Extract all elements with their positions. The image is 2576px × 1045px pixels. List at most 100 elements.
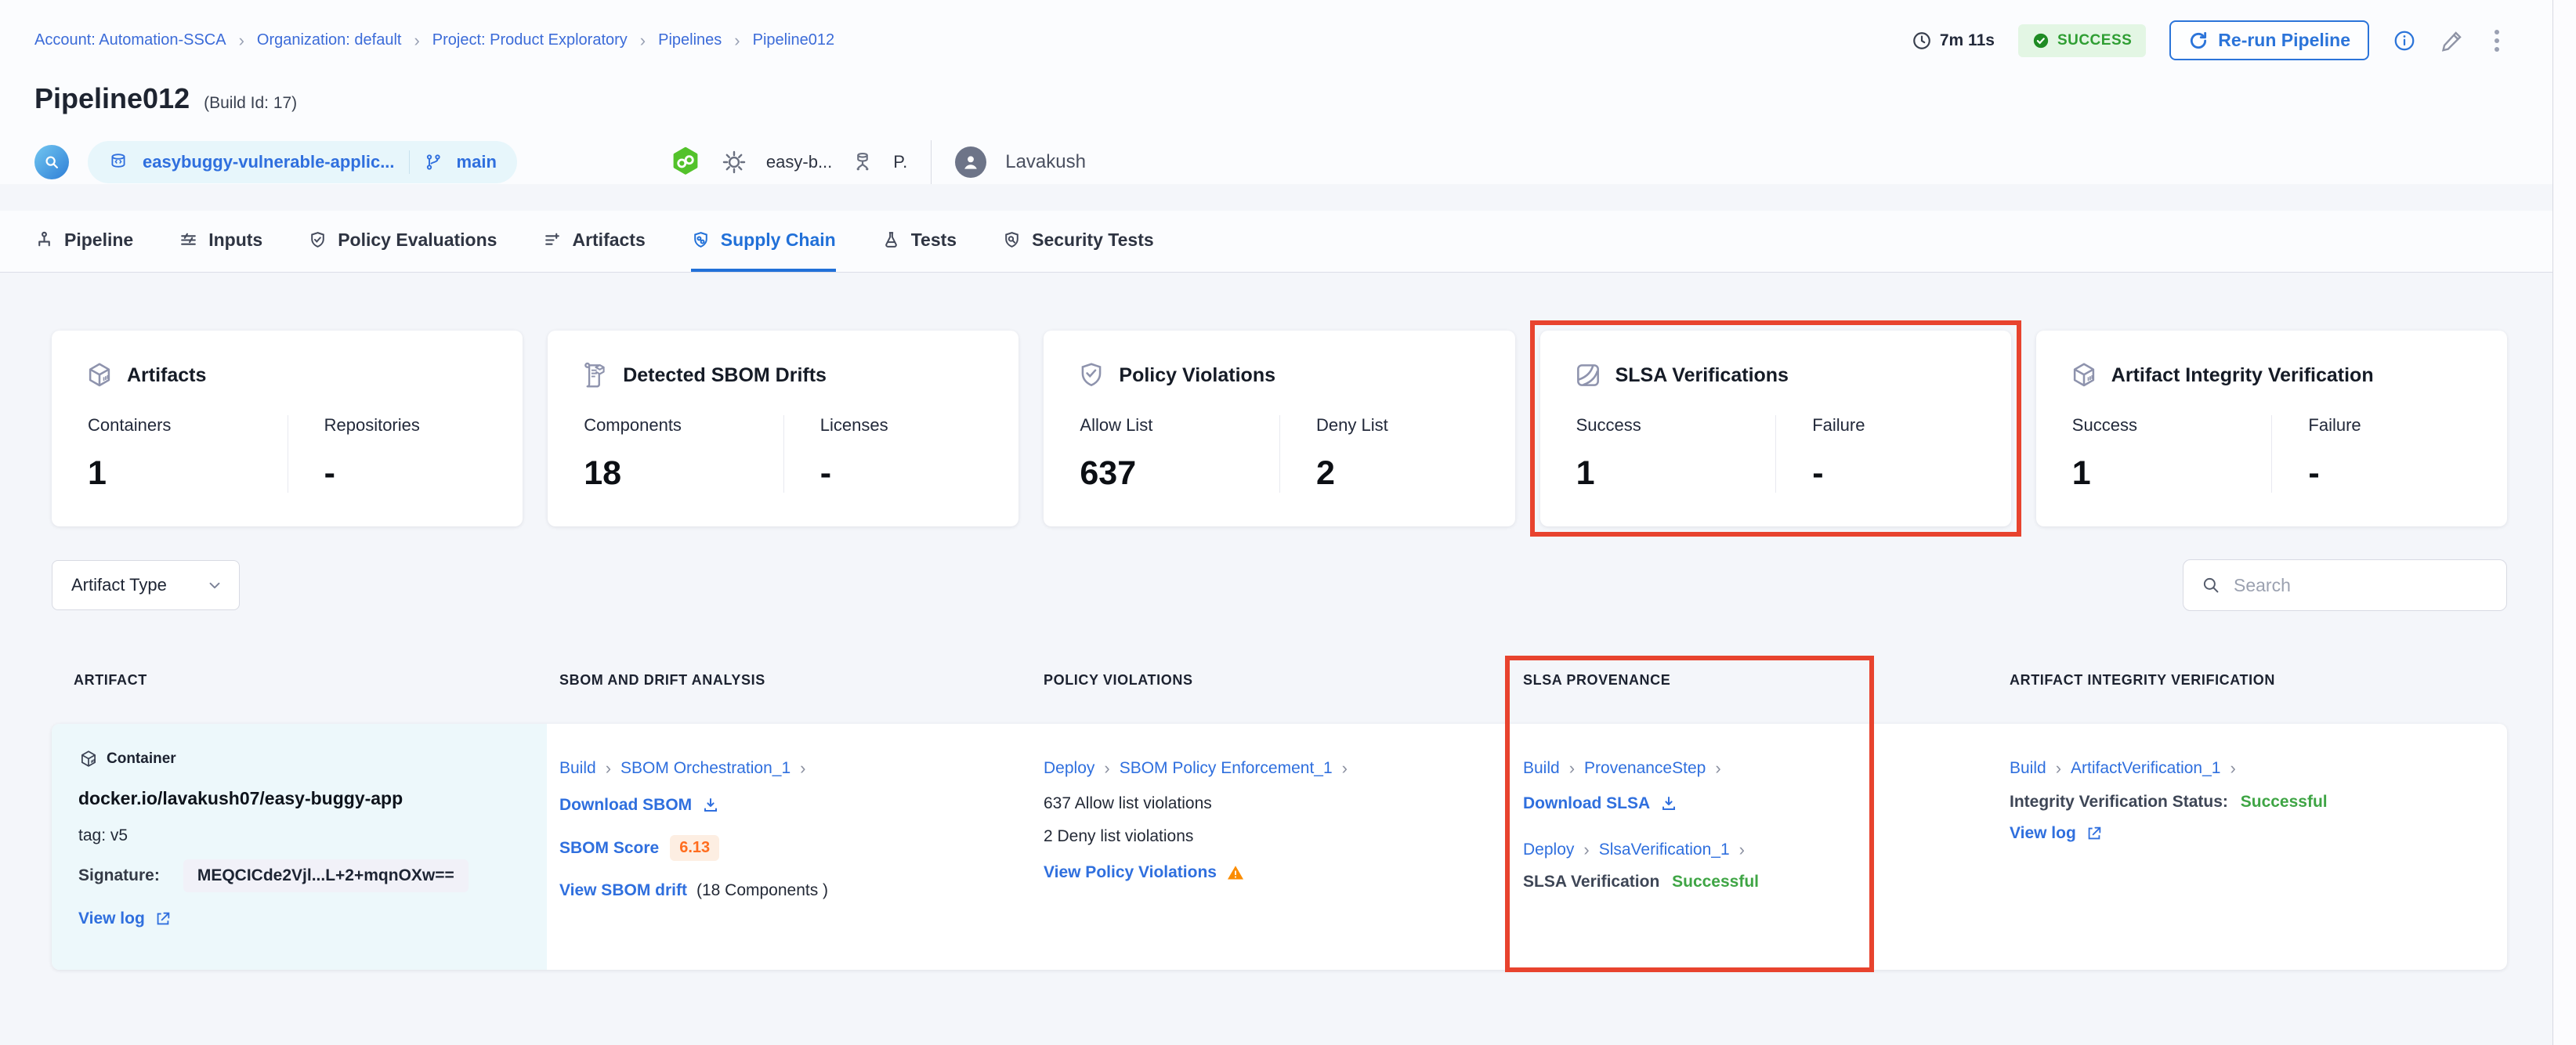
slsa-provenance-cell: Build › ProvenanceStep › Download SLSA D… [1523, 724, 2010, 970]
card-stats: Components 18 Licenses - [581, 415, 986, 493]
branch-name[interactable]: main [457, 152, 497, 172]
title-row: Pipeline012 (Build Id: 17) [34, 82, 2505, 115]
card-policy-violations: Policy Violations Allow List 637 Deny Li… [1044, 331, 1515, 526]
pipeline-execution-page: Account: Automation-SSCA › Organization:… [0, 0, 2553, 1045]
col-artifact: ARTIFACT [74, 672, 147, 688]
policy-violations-cell: Deploy › SBOM Policy Enforcement_1 › 637… [1044, 724, 1523, 970]
card-sbom-drifts: Detected SBOM Drifts Components 18 Licen… [548, 331, 1019, 526]
chevron-right-icon: › [1738, 840, 1745, 859]
trigger-name[interactable]: easy-b... [766, 152, 832, 172]
chevron-right-icon: › [1715, 758, 1721, 778]
status-badge: SUCCESS [2017, 24, 2147, 57]
sbom-score-badge: 6.13 [670, 835, 720, 861]
step-link[interactable]: ProvenanceStep [1584, 759, 1706, 778]
chevron-right-icon: › [2230, 758, 2236, 778]
col-slsa-provenance: SLSA PROVENANCE [1523, 672, 1671, 688]
chevron-right-icon: › [414, 30, 420, 50]
codebase-icon [34, 145, 69, 179]
sbom-cell: Build › SBOM Orchestration_1 › Download … [559, 724, 1044, 970]
magnifier-glyph [45, 156, 58, 168]
artifact-integrity-cell: Build › ArtifactVerification_1 › Integri… [2010, 724, 2507, 970]
tab-security-tests[interactable]: Security Tests [1002, 211, 1154, 272]
more-options-menu[interactable] [2488, 27, 2505, 55]
repo-branch-chip[interactable]: easybuggy-vulnerable-applic... main [88, 141, 517, 183]
breadcrumb-project[interactable]: Project: Product Exploratory [432, 31, 628, 49]
step-link[interactable]: SlsaVerification_1 [1599, 841, 1730, 859]
view-policy-violations-link[interactable]: View Policy Violations [1044, 863, 1245, 882]
meta-divider [931, 140, 932, 184]
table-row: Container docker.io/lavakush07/easy-bugg… [52, 724, 2507, 970]
search-input[interactable] [2234, 574, 2489, 596]
pill-divider [408, 150, 410, 174]
step-link[interactable]: ArtifactVerification_1 [2071, 759, 2220, 778]
shield-check-icon [1082, 363, 1102, 387]
supply-chain-shield-icon [693, 231, 707, 248]
step-link[interactable]: SBOM Policy Enforcement_1 [1120, 759, 1333, 778]
service-node-icon [851, 150, 874, 174]
scrollbar-gutter[interactable] [2553, 0, 2576, 1045]
tab-artifacts[interactable]: Artifacts [542, 211, 646, 272]
chevron-right-icon: › [639, 30, 646, 50]
chevron-right-icon: › [605, 758, 612, 778]
view-log-link[interactable]: View log [2010, 824, 2103, 843]
breadcrumb-pipelines[interactable]: Pipelines [658, 31, 722, 49]
chevron-right-icon: › [734, 30, 740, 50]
edit-pipeline-button[interactable] [2440, 28, 2465, 53]
chevron-right-icon: › [2055, 758, 2062, 778]
artifact-type-dropdown[interactable]: Artifact Type [52, 560, 240, 610]
trigger-abbrev: P. [893, 152, 908, 172]
stage-link[interactable]: Build [559, 759, 596, 778]
tab-tests[interactable]: Tests [881, 211, 957, 272]
card-title-row: Policy Violations [1076, 360, 1482, 390]
slsa-verification-step-path: Deploy › SlsaVerification_1 › [1523, 840, 1986, 860]
sbom-drift-components-note: (18 Components ) [696, 881, 829, 899]
stage-link[interactable]: Build [2010, 759, 2046, 778]
view-log-link[interactable]: View log [78, 909, 172, 928]
breadcrumb-pipeline012[interactable]: Pipeline012 [753, 31, 835, 49]
tab-pipeline[interactable]: Pipeline [34, 211, 133, 272]
git-branch-icon [426, 154, 440, 170]
stage-link[interactable]: Deploy [1044, 759, 1094, 778]
artifact-name: docker.io/lavakush07/easy-buggy-app [78, 788, 403, 808]
gear-icon [721, 149, 747, 175]
slsa-verification-status-label: SLSA Verification [1523, 873, 1660, 891]
step-link[interactable]: SBOM Orchestration_1 [620, 759, 791, 778]
stage-link[interactable]: Build [1523, 759, 1560, 778]
refresh-icon [2191, 31, 2207, 49]
pipeline-icon [38, 231, 50, 246]
warning-icon [1227, 866, 1243, 880]
info-button[interactable] [2393, 29, 2416, 52]
sbom-scroll-icon [584, 362, 605, 388]
breadcrumb-account[interactable]: Account: Automation-SSCA [34, 31, 226, 49]
tab-inputs[interactable]: Inputs [179, 211, 262, 272]
external-link-icon [157, 912, 170, 925]
allow-list-violations: 637 Allow list violations [1044, 794, 1212, 812]
repo-name[interactable]: easybuggy-vulnerable-applic... [143, 152, 395, 172]
tab-policy-evaluations[interactable]: Policy Evaluations [308, 211, 497, 272]
tab-supply-chain[interactable]: Supply Chain [690, 211, 836, 272]
integrity-step-path: Build › ArtifactVerification_1 › [2010, 758, 2484, 779]
rerun-pipeline-button[interactable]: Re-run Pipeline [2169, 20, 2369, 60]
breadcrumb-row: Account: Automation-SSCA › Organization:… [34, 20, 2505, 60]
policy-step-path: Deploy › SBOM Policy Enforcement_1 › [1044, 758, 1500, 779]
filter-row: Artifact Type [52, 559, 2507, 611]
download-sbom-link[interactable]: Download SBOM [559, 796, 720, 815]
stat-licenses: Licenses - [783, 415, 986, 493]
view-sbom-drift-link[interactable]: View SBOM drift [559, 881, 687, 900]
card-stats: Allow List 637 Deny List 2 [1076, 415, 1482, 493]
stat-allow-list: Allow List 637 [1080, 415, 1153, 492]
sbom-score-link[interactable]: SBOM Score [559, 839, 659, 858]
chevron-right-icon: › [1568, 758, 1576, 778]
table-header-row: ARTIFACT SBOM AND DRIFT ANALYSIS POLICY … [52, 672, 2507, 689]
signature-value[interactable]: MEQCICde2Vjl...L+2+mqnOXw== [183, 859, 469, 892]
card-stats: Success 1 Failure - [1573, 415, 1978, 493]
card-title-row: Artifacts [85, 360, 490, 390]
artifact-tag: tag: v5 [78, 826, 128, 844]
stat-slsa-failure: Failure - [1775, 415, 1978, 493]
breadcrumb-organization[interactable]: Organization: default [257, 31, 402, 49]
download-slsa-link[interactable]: Download SLSA [1523, 794, 1678, 813]
artifact-cell: Container docker.io/lavakush07/easy-bugg… [52, 724, 547, 970]
stage-link[interactable]: Deploy [1523, 841, 1574, 859]
chevron-right-icon: › [800, 758, 806, 778]
search-box [2183, 559, 2507, 611]
